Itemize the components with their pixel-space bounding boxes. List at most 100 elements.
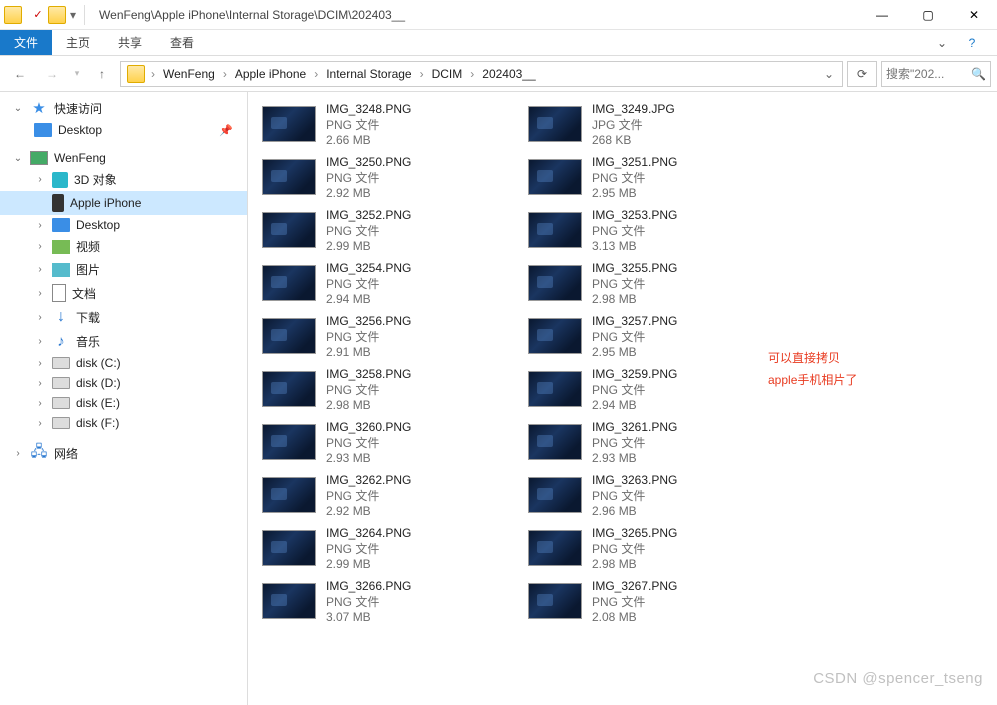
qat-folder-icon[interactable] [48, 6, 66, 24]
chevron-right-icon[interactable]: › [468, 67, 476, 81]
expand-icon[interactable]: › [34, 241, 46, 252]
crumb[interactable]: Internal Storage [320, 65, 417, 83]
file-item[interactable]: IMG_3250.PNGPNG 文件2.92 MB [260, 153, 510, 202]
expand-icon[interactable]: › [34, 378, 46, 389]
sidebar-item[interactable]: ›文档 [0, 281, 247, 305]
expand-icon[interactable]: › [34, 312, 46, 323]
sidebar-item[interactable]: ›disk (F:) [0, 413, 247, 433]
home-tab[interactable]: 主页 [52, 30, 104, 55]
up-button[interactable]: ↑ [88, 61, 116, 87]
disk-icon [52, 357, 70, 369]
file-item[interactable]: IMG_3261.PNGPNG 文件2.93 MB [526, 418, 776, 467]
expand-icon[interactable]: › [34, 220, 46, 231]
navigation-bar: ← → ▾ ↑ › WenFeng › Apple iPhone › Inter… [0, 56, 997, 92]
sidebar-item[interactable]: ›Desktop [0, 215, 247, 235]
file-item[interactable]: IMG_3266.PNGPNG 文件3.07 MB [260, 577, 510, 626]
file-name: IMG_3266.PNG [326, 579, 411, 593]
file-item[interactable]: IMG_3255.PNGPNG 文件2.98 MB [526, 259, 776, 308]
file-list[interactable]: IMG_3248.PNGPNG 文件2.66 MB IMG_3249.JPGJPG… [248, 92, 997, 705]
crumb[interactable]: Apple iPhone [229, 65, 312, 83]
sidebar-label: Apple iPhone [70, 196, 141, 210]
file-size: 2.95 MB [592, 186, 677, 200]
crumb[interactable]: WenFeng [157, 65, 221, 83]
network[interactable]: › 🖧 网络 [0, 441, 247, 465]
expand-icon[interactable]: › [34, 288, 46, 299]
search-input[interactable] [886, 67, 956, 81]
file-item[interactable]: IMG_3256.PNGPNG 文件2.91 MB [260, 312, 510, 361]
address-bar[interactable]: › WenFeng › Apple iPhone › Internal Stor… [120, 61, 843, 87]
file-type: PNG 文件 [326, 434, 411, 451]
forward-button[interactable]: → [38, 61, 66, 87]
file-item[interactable]: IMG_3257.PNGPNG 文件2.95 MB [526, 312, 776, 361]
sidebar-item[interactable]: ›图片 [0, 258, 247, 281]
maximize-button[interactable]: ▢ [905, 0, 951, 30]
sidebar-item[interactable]: ›3D 对象 [0, 168, 247, 191]
history-dropdown[interactable]: ▾ [70, 61, 84, 87]
file-type: PNG 文件 [326, 487, 411, 504]
chevron-right-icon[interactable]: › [149, 67, 157, 81]
search-box[interactable]: 🔍 [881, 61, 991, 87]
chevron-right-icon[interactable]: › [312, 67, 320, 81]
ribbon-expand-icon[interactable]: ⌄ [927, 36, 957, 50]
view-tab[interactable]: 查看 [156, 30, 208, 55]
sidebar-label: disk (E:) [76, 396, 120, 410]
sidebar-item[interactable]: ›disk (C:) [0, 353, 247, 373]
sidebar-item[interactable]: ›↓下载 [0, 305, 247, 329]
address-dropdown-icon[interactable]: ⌄ [818, 67, 840, 81]
file-type: PNG 文件 [592, 169, 677, 186]
file-tab[interactable]: 文件 [0, 30, 52, 55]
file-item[interactable]: IMG_3252.PNGPNG 文件2.99 MB [260, 206, 510, 255]
crumb[interactable]: 202403__ [476, 65, 541, 83]
file-item[interactable]: IMG_3264.PNGPNG 文件2.99 MB [260, 524, 510, 573]
this-pc[interactable]: ⌄ WenFeng [0, 148, 247, 168]
file-item[interactable]: IMG_3262.PNGPNG 文件2.92 MB [260, 471, 510, 520]
sidebar-item[interactable]: ›disk (D:) [0, 373, 247, 393]
pc-icon [30, 151, 48, 165]
file-item[interactable]: IMG_3265.PNGPNG 文件2.98 MB [526, 524, 776, 573]
file-thumbnail [528, 477, 582, 513]
file-name: IMG_3248.PNG [326, 102, 411, 116]
file-size: 3.07 MB [326, 610, 411, 624]
expand-icon[interactable]: › [34, 358, 46, 369]
expand-icon[interactable]: › [34, 336, 46, 347]
quick-access[interactable]: ⌄ ★ 快速访问 [0, 96, 247, 120]
file-size: 2.99 MB [326, 239, 411, 253]
minimize-button[interactable]: — [859, 0, 905, 30]
sidebar-item[interactable]: ›♪音乐 [0, 329, 247, 353]
sidebar-item[interactable]: ›视频 [0, 235, 247, 258]
file-item[interactable]: IMG_3249.JPGJPG 文件268 KB [526, 100, 776, 149]
file-size: 2.93 MB [592, 451, 677, 465]
chevron-right-icon[interactable]: › [221, 67, 229, 81]
help-icon[interactable]: ? [957, 36, 987, 50]
file-item[interactable]: IMG_3253.PNGPNG 文件3.13 MB [526, 206, 776, 255]
expand-icon[interactable]: › [34, 398, 46, 409]
expand-icon[interactable]: › [34, 174, 46, 185]
collapse-icon[interactable]: ⌄ [12, 103, 24, 114]
expand-icon[interactable]: › [34, 418, 46, 429]
expand-icon[interactable]: › [12, 448, 24, 459]
video-icon [52, 240, 70, 254]
file-item[interactable]: IMG_3259.PNGPNG 文件2.94 MB [526, 365, 776, 414]
back-button[interactable]: ← [6, 61, 34, 87]
collapse-icon[interactable]: ⌄ [12, 153, 24, 164]
refresh-button[interactable]: ⟳ [847, 61, 877, 87]
close-button[interactable]: ✕ [951, 0, 997, 30]
file-item[interactable]: IMG_3260.PNGPNG 文件2.93 MB [260, 418, 510, 467]
chevron-right-icon[interactable]: › [418, 67, 426, 81]
file-item[interactable]: IMG_3263.PNGPNG 文件2.96 MB [526, 471, 776, 520]
crumb[interactable]: DCIM [426, 65, 469, 83]
sidebar-item[interactable]: › disk (E:) [0, 393, 247, 413]
file-item[interactable]: IMG_3248.PNGPNG 文件2.66 MB [260, 100, 510, 149]
share-tab[interactable]: 共享 [104, 30, 156, 55]
file-item[interactable]: IMG_3254.PNGPNG 文件2.94 MB [260, 259, 510, 308]
file-thumbnail [528, 106, 582, 142]
qat-dropdown-icon[interactable]: ▾ [68, 8, 78, 22]
sidebar-item[interactable]: Apple iPhone [0, 191, 247, 215]
expand-icon[interactable]: › [34, 264, 46, 275]
file-item[interactable]: IMG_3258.PNGPNG 文件2.98 MB [260, 365, 510, 414]
file-item[interactable]: IMG_3267.PNGPNG 文件2.08 MB [526, 577, 776, 626]
file-item[interactable]: IMG_3251.PNGPNG 文件2.95 MB [526, 153, 776, 202]
qat-check-icon[interactable]: ✓ [30, 7, 46, 23]
sidebar-item-desktop[interactable]: Desktop 📌 [0, 120, 247, 140]
divider [84, 5, 85, 25]
